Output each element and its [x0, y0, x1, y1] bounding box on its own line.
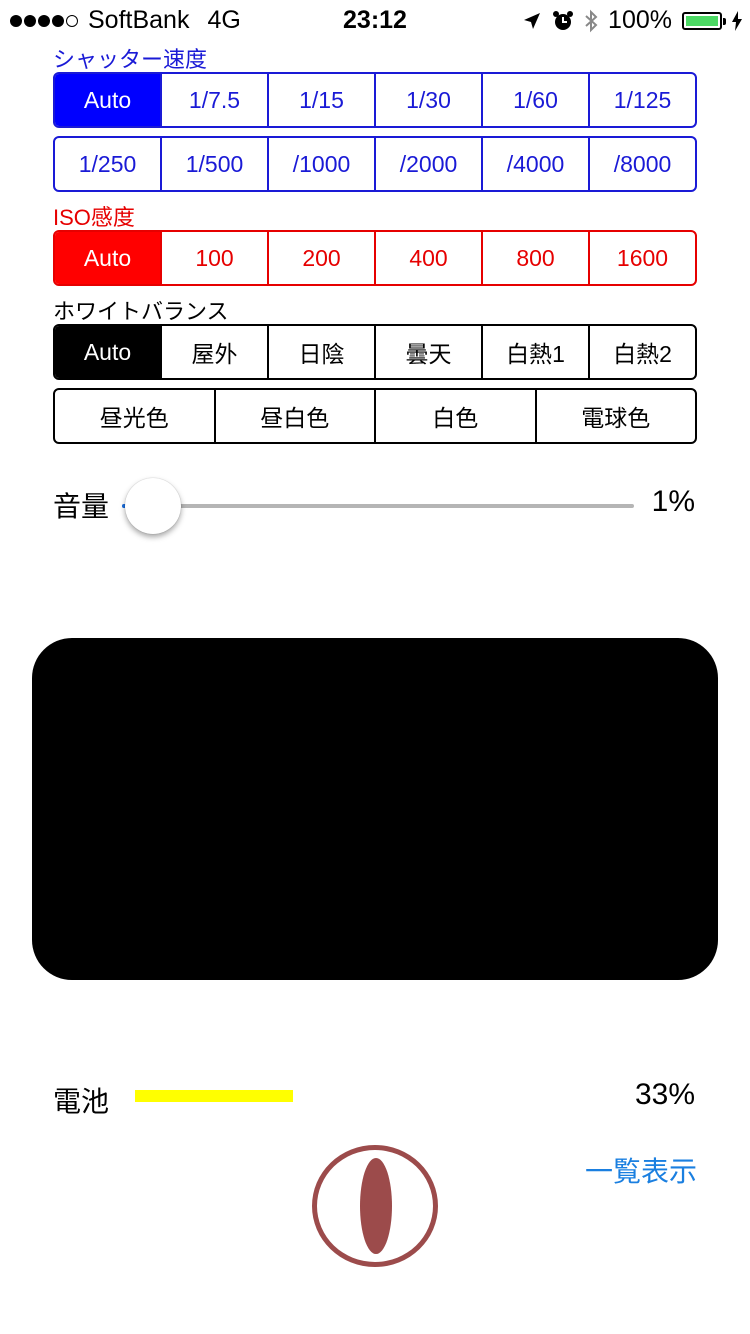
alarm-clock-icon	[553, 10, 574, 30]
wb-option[interactable]: 白熱1	[481, 326, 588, 378]
shutter-option[interactable]: /1000	[267, 138, 374, 190]
iso-option-auto[interactable]: Auto	[55, 232, 160, 284]
volume-value: 1%	[651, 485, 695, 518]
shutter-speed-label: シャッター速度	[53, 47, 208, 72]
wb-option-auto[interactable]: Auto	[55, 326, 160, 378]
wb-option[interactable]: 屋外	[160, 326, 267, 378]
shutter-option[interactable]: /4000	[481, 138, 588, 190]
shutter-option[interactable]: 1/250	[55, 138, 160, 190]
battery-value: 33%	[634, 1078, 695, 1111]
shutter-option[interactable]: 1/30	[374, 74, 481, 126]
shutter-option[interactable]: /8000	[588, 138, 695, 190]
iso-option[interactable]: 200	[267, 232, 374, 284]
wb-option[interactable]: 曇天	[374, 326, 481, 378]
white-balance-row2: 昼光色 昼白色 白色 電球色	[53, 388, 697, 444]
wb-option[interactable]: 日陰	[267, 326, 374, 378]
shutter-option[interactable]: 1/60	[481, 74, 588, 126]
shutter-option[interactable]: 1/15	[267, 74, 374, 126]
shutter-option[interactable]: 1/7.5	[160, 74, 267, 126]
white-balance-row1: Auto 屋外 日陰 曇天 白熱1 白熱2	[53, 324, 697, 380]
battery-percent: 100%	[608, 6, 672, 34]
wb-option[interactable]: 昼光色	[55, 390, 214, 442]
battery-icon	[682, 11, 726, 30]
wb-option[interactable]: 電球色	[534, 390, 696, 442]
status-bar: SoftBank 4G 23:12 100%	[0, 0, 750, 40]
camera-preview[interactable]	[32, 638, 718, 980]
battery-label: 電池	[53, 1086, 110, 1117]
shutter-option-auto[interactable]: Auto	[55, 74, 160, 126]
iso-option[interactable]: 400	[374, 232, 481, 284]
shutter-option[interactable]: /2000	[374, 138, 481, 190]
wb-option[interactable]: 白熱2	[588, 326, 695, 378]
status-right: 100%	[522, 6, 742, 35]
iso-segmented-control: Auto 100 200 400 800 1600	[53, 230, 697, 286]
wb-option[interactable]: 昼白色	[213, 390, 375, 442]
volume-slider-thumb[interactable]	[125, 478, 181, 534]
shutter-speed-row2: 1/250 1/500 /1000 /2000 /4000 /8000	[53, 136, 697, 192]
shutter-button[interactable]	[312, 1145, 438, 1267]
list-view-link[interactable]: 一覧表示	[585, 1150, 697, 1190]
charging-icon	[732, 10, 742, 31]
location-arrow-icon	[524, 12, 541, 29]
iso-label: ISO感度	[53, 205, 135, 230]
shutter-button-icon	[360, 1158, 392, 1254]
shutter-speed-row1: Auto 1/7.5 1/15 1/30 1/60 1/125	[53, 72, 697, 128]
shutter-option[interactable]: 1/500	[160, 138, 267, 190]
volume-slider-track[interactable]	[122, 504, 634, 508]
iso-option[interactable]: 100	[160, 232, 267, 284]
wb-option[interactable]: 白色	[374, 390, 535, 442]
iso-option[interactable]: 1600	[588, 232, 695, 284]
iso-option[interactable]: 800	[481, 232, 588, 284]
volume-label: 音量	[53, 491, 110, 522]
shutter-option[interactable]: 1/125	[588, 74, 695, 126]
battery-level-bar	[135, 1090, 293, 1102]
bluetooth-icon	[585, 9, 598, 32]
white-balance-label: ホワイトバランス	[53, 299, 229, 324]
